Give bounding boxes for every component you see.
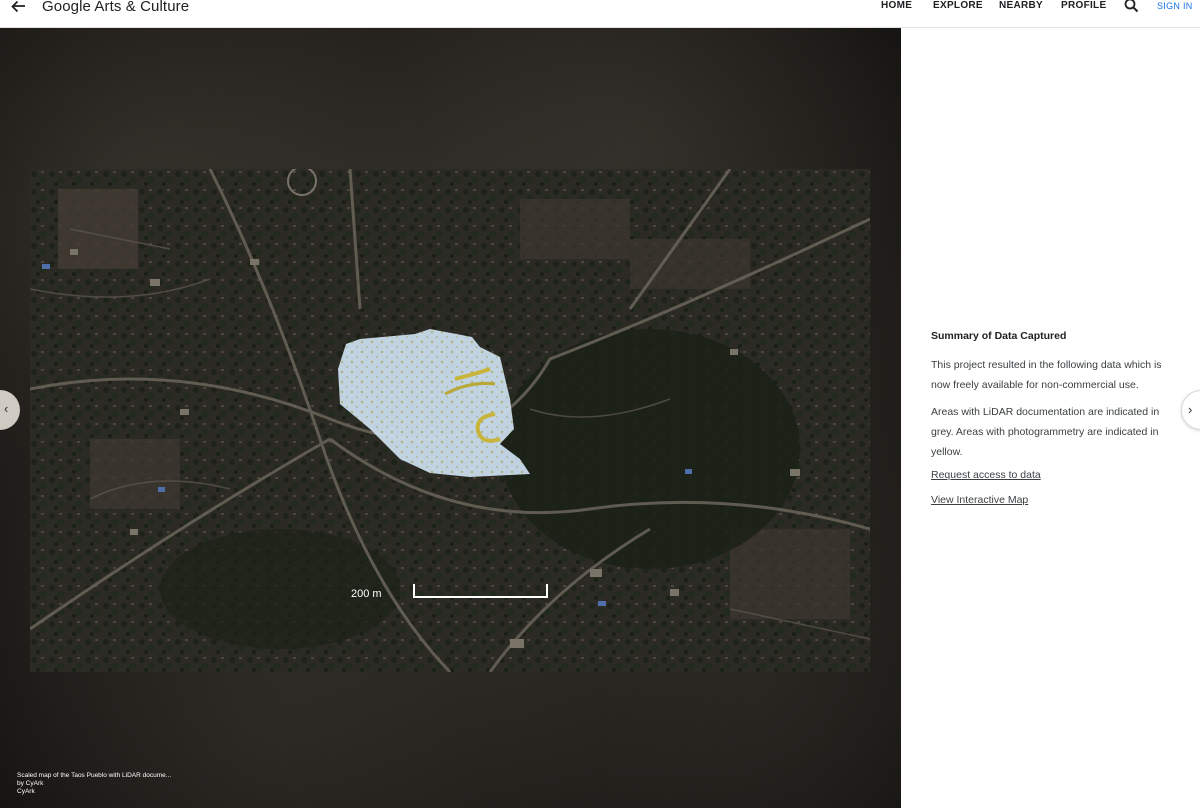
caption-title: Scaled map of the Taos Pueblo with LiDAR… [17,772,172,779]
view-interactive-map-link[interactable]: View Interactive Map [931,494,1176,506]
panel-paragraph-2: Areas with LiDAR documentation are indic… [931,406,1160,458]
next-button[interactable]: › [1181,390,1200,430]
scale-label: 200 m [351,588,382,600]
panel-title: Summary of Data Captured [931,330,1067,342]
brand-logo[interactable]: Google Arts & Culture [42,0,189,15]
nav-profile[interactable]: PROFILE [1061,0,1106,11]
info-panel: Summary of Data Captured This project re… [931,330,1176,519]
caption-by: by CyArk [17,780,44,787]
search-icon [1124,0,1139,13]
nav-home[interactable]: HOME [881,0,912,11]
arrow-left-icon [11,0,25,13]
nav-nearby[interactable]: NEARBY [999,0,1043,11]
caption-owner: CyArk [17,788,35,795]
chevron-left-icon: ‹ [4,401,9,416]
panel-paragraph-1: This project resulted in the following d… [931,359,1162,391]
request-access-link[interactable]: Request access to data [931,469,1176,481]
sign-in-link[interactable]: SIGN IN [1157,1,1193,11]
image-viewer: 200 m Scaled map of the Taos Pueblo with… [0,28,901,808]
top-app-bar: Google Arts & Culture HOME EXPLORE NEARB… [0,0,1200,28]
nav-explore[interactable]: EXPLORE [933,0,983,11]
back-button[interactable] [10,0,32,16]
image-caption: Scaled map of the Taos Pueblo with LiDAR… [17,772,171,796]
scale-bar [413,584,548,598]
search-button[interactable] [1124,0,1140,14]
chevron-right-icon: › [1188,402,1193,417]
